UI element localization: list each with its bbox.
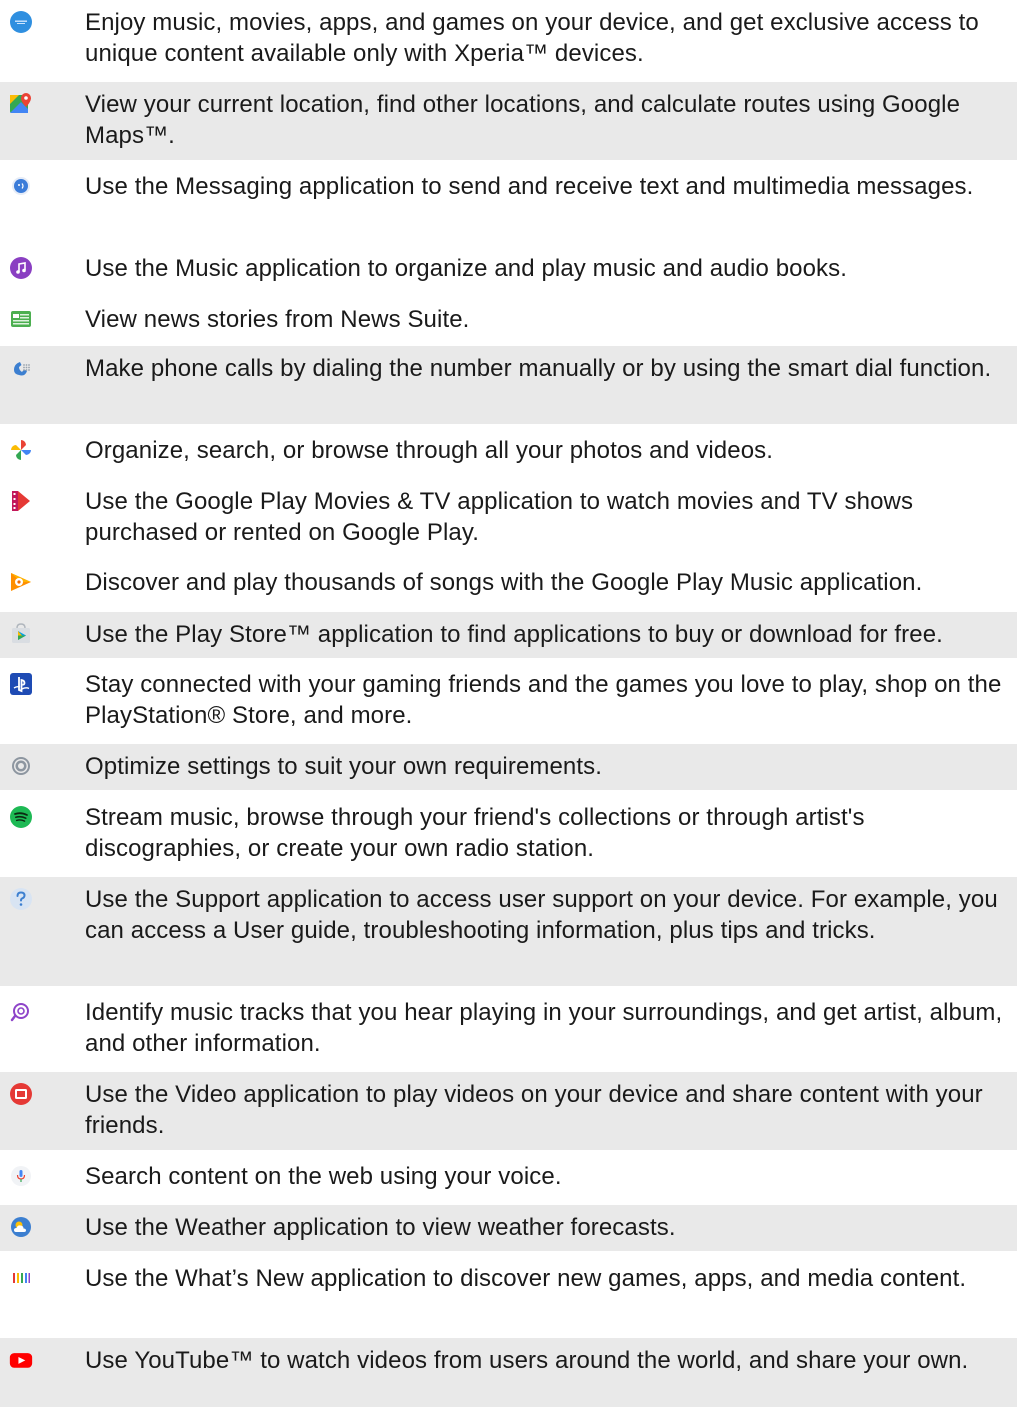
list-item: Search content on the web using your voi…: [0, 1154, 1017, 1200]
description: Use the Music application to organize an…: [85, 255, 848, 282]
description: Use the Google Play Movies & TV applicat…: [85, 488, 914, 546]
list-item: Use the Google Play Movies & TV applicat…: [0, 479, 1017, 557]
description: Enjoy music, movies, apps, and games on …: [85, 9, 979, 67]
description: View your current location, find other l…: [85, 91, 961, 149]
list-item: Use the What’s New application to discov…: [0, 1256, 1017, 1334]
description: Identify music tracks that you hear play…: [85, 999, 1003, 1057]
list-item: Use the Support application to access us…: [0, 877, 1017, 986]
description: Make phone calls by dialing the number m…: [85, 355, 992, 382]
list-item: Enjoy music, movies, apps, and games on …: [0, 0, 1017, 72]
google-maps-icon: [9, 92, 33, 116]
settings-icon: [9, 754, 33, 778]
news-suite-icon: [9, 307, 33, 331]
whats-new-icon: [9, 1266, 33, 1290]
list-item: Stay connected with your gaming friends …: [0, 662, 1017, 740]
video-icon: [9, 1082, 33, 1106]
play-store-icon: [9, 622, 33, 646]
list-item: Use the Messaging application to send an…: [0, 164, 1017, 242]
phone-icon: [9, 356, 33, 380]
description: Use the Messaging application to send an…: [85, 173, 974, 200]
list-item: Use the Music application to organize an…: [0, 246, 1017, 292]
messaging-icon: [9, 174, 33, 198]
play-movies-icon: [9, 489, 33, 513]
description: Use the Play Store™ application to find …: [85, 621, 943, 648]
list-item: Use the Video application to play videos…: [0, 1072, 1017, 1150]
list-item: Discover and play thousands of songs wit…: [0, 560, 1017, 606]
youtube-icon: [9, 1348, 33, 1372]
list-item: Identify music tracks that you hear play…: [0, 990, 1017, 1068]
music-icon: [9, 256, 33, 280]
description: Use the Support application to access us…: [85, 886, 998, 944]
spotify-icon: [9, 805, 33, 829]
description: Use the Video application to play videos…: [85, 1081, 983, 1139]
description: Organize, search, or browse through all …: [85, 437, 774, 464]
description: Use the Weather application to view weat…: [85, 1214, 676, 1241]
description: Stream music, browse through your friend…: [85, 804, 865, 862]
xperia-lounge-icon: [9, 10, 33, 34]
list-item: Organize, search, or browse through all …: [0, 428, 1017, 474]
google-photos-icon: [9, 438, 33, 462]
list-item: Stream music, browse through your friend…: [0, 795, 1017, 873]
description: Use the What’s New application to discov…: [85, 1265, 967, 1292]
trackid-icon: [9, 1000, 33, 1024]
support-icon: [9, 887, 33, 911]
weather-icon: [9, 1215, 33, 1239]
description: Discover and play thousands of songs wit…: [85, 569, 923, 596]
play-music-icon: [9, 570, 33, 594]
description: Optimize settings to suit your own requi…: [85, 753, 603, 780]
description: Search content on the web using your voi…: [85, 1163, 562, 1190]
list-item: Optimize settings to suit your own requi…: [0, 744, 1017, 790]
description: Stay connected with your gaming friends …: [85, 671, 1002, 729]
list-item: Use the Weather application to view weat…: [0, 1205, 1017, 1251]
list-item: Make phone calls by dialing the number m…: [0, 346, 1017, 424]
list-item: Use YouTube™ to watch videos from users …: [0, 1338, 1017, 1407]
list-item: Use the Play Store™ application to find …: [0, 612, 1017, 658]
list-item: View news stories from News Suite.: [0, 297, 1017, 343]
description: Use YouTube™ to watch videos from users …: [85, 1347, 969, 1374]
list-item: View your current location, find other l…: [0, 82, 1017, 160]
voice-search-icon: [9, 1164, 33, 1188]
playstation-icon: [9, 672, 33, 696]
description: View news stories from News Suite.: [85, 306, 470, 333]
